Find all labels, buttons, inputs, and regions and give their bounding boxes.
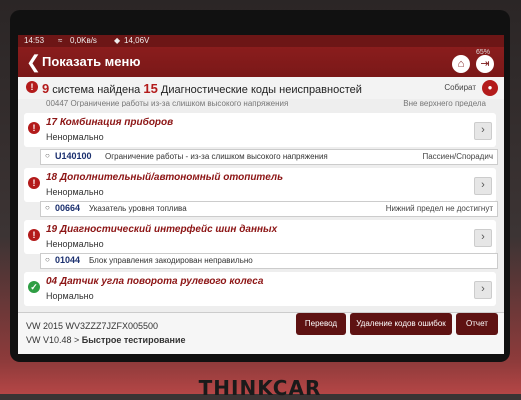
voltage: 14,06V [124,36,150,45]
systems-label: система найдена [52,84,141,96]
home-icon[interactable]: ⌂ [452,55,470,73]
system-list[interactable]: 00447 Ограничение работы из-за слишком в… [18,99,504,312]
dtc-row[interactable]: ○ U140100 Ограничение работы - из-за сли… [40,149,498,165]
app-header: ❮ Показать меню 65% ⌂ ⇥ [18,47,504,77]
car-icon: ◆ [114,36,121,45]
device-brand-logo: THINKCAR [198,376,322,400]
dtc-status: Пассиен/Спорадич [422,152,493,161]
diagnostic-summary: ! 9 система найдена 15 Диагностические к… [18,77,504,100]
system-name: 17 Комбинация приборов [46,117,174,128]
system-state: Ненормально [46,187,104,197]
dtc-code: 00447 [46,99,69,107]
codes-count: 15 [143,81,158,96]
software-version: VW V10.48 > Быстрое тестирование [26,335,185,345]
dtc-description: Ограничение работы из-за слишком высоког… [70,99,289,107]
clock: 14:53 [24,36,45,45]
alert-icon: ! [26,81,38,93]
chevron-right-icon[interactable]: › [474,229,492,247]
chevron-right-icon[interactable]: › [474,281,492,299]
dtc-row[interactable]: ○ 01044 Блок управления закодирован непр… [40,253,498,269]
dtc-status: Нижний предел не достигнут [385,204,493,213]
camera-icon[interactable]: ● [482,80,498,96]
search-icon: ○ [45,255,50,264]
collect-label: Собират [444,83,476,92]
summary-text: 9 система найдена 15 Диагностические код… [42,81,362,96]
search-icon: ○ [45,203,50,212]
system-state: Ненормально [46,239,104,249]
clear-codes-button[interactable]: Удаление кодов ошибок [350,313,452,335]
system-item[interactable]: ! 19 Диагностический интерфейс шин данны… [24,220,496,254]
fault-icon: ! [28,177,40,189]
search-icon: ○ [45,151,50,160]
footer-bar: VW 2015 WV3ZZZ7JZFX005500 VW V10.48 > Бы… [18,312,504,354]
dtc-code: 00664 [55,203,81,213]
system-name: 18 Дополнительный/автономный отопитель [46,172,284,183]
test-mode: Быстрое тестирование [81,335,186,345]
system-state: Ненормально [46,132,104,142]
network-speed: 0,0Kв/s [70,36,97,45]
systems-count: 9 [42,81,50,96]
dtc-description: Указатель уровня топлива [89,204,187,213]
system-name: 04 Датчик угла поворота рулевого колеса [46,276,264,287]
wifi-icon: ≈ [58,36,63,45]
back-arrow-icon[interactable]: ❮ [26,52,41,72]
dtc-code: U140100 [55,151,92,161]
dtc-code: 01044 [55,255,81,265]
system-item[interactable]: ! 18 Дополнительный/автономный отопитель… [24,168,496,202]
system-item[interactable]: ! 17 Комбинация приборов Ненормально › [24,113,496,147]
codes-label: Диагностические коды неисправностей [160,84,362,96]
system-name: 19 Диагностический интерфейс шин данных [46,224,278,235]
version-prefix: VW V10.48 > [26,335,82,345]
chevron-right-icon[interactable]: › [474,177,492,195]
status-bar: 14:53 ≈ 0,0Kв/s ◆ 14,06V [18,35,504,47]
report-button[interactable]: Отчет [456,313,498,335]
chevron-right-icon[interactable]: › [474,122,492,140]
fault-icon: ! [28,122,40,134]
system-item[interactable]: ✓ 04 Датчик угла поворота рулевого колес… [24,272,496,306]
exit-icon[interactable]: ⇥ [476,55,494,73]
system-state: Нормально [46,291,94,301]
fault-icon: ! [28,229,40,241]
translate-button[interactable]: Перевод [296,313,346,335]
check-icon: ✓ [28,281,40,293]
dtc-description: Ограничение работы - из-за слишком высок… [105,152,328,161]
dtc-description: Блок управления закодирован неправильно [89,256,253,265]
partial-dtc-row: 00447 Ограничение работы из-за слишком в… [46,99,486,107]
dtc-row[interactable]: ○ 00664 Указатель уровня топлива Нижний … [40,201,498,217]
page-title: Показать меню [42,54,141,69]
vehicle-vin: VW 2015 WV3ZZZ7JZFX005500 [26,321,159,331]
dtc-status: Вне верхнего предела [403,99,486,107]
